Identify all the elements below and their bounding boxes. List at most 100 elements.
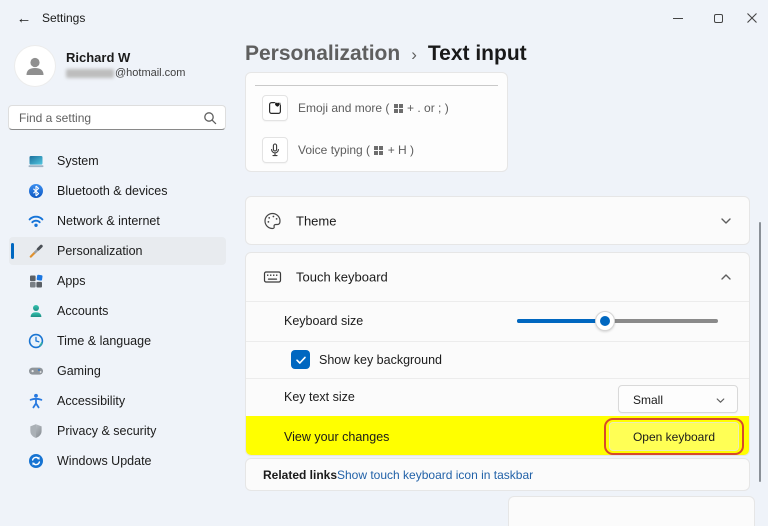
microphone-icon [267, 142, 283, 158]
chevron-right-icon: › [411, 44, 417, 65]
touch-keyboard-icon [263, 268, 282, 287]
sidebar-item-accounts[interactable]: Accounts [9, 297, 226, 325]
divider [246, 341, 749, 342]
search-input[interactable] [19, 107, 199, 128]
sidebar-item-label: Personalization [57, 244, 142, 258]
windows-key-icon [394, 104, 403, 113]
shortcut-text: Emoji and more ( [298, 101, 393, 115]
slider-track[interactable] [517, 319, 718, 323]
sidebar-item-label: Apps [57, 274, 86, 288]
sidebar-item-system[interactable]: System [9, 147, 226, 175]
paintbrush-icon [28, 243, 44, 259]
sidebar-item-privacy-security[interactable]: Privacy & security [9, 417, 226, 445]
shield-icon [28, 423, 44, 439]
touch-keyboard-expander: Touch keyboard Keyboard size Show key ba… [245, 252, 750, 456]
open-keyboard-button[interactable]: Open keyboard [609, 422, 739, 451]
touch-keyboard-header[interactable]: Touch keyboard [246, 253, 749, 301]
view-changes-row-highlight: View your changes Open keyboard [246, 416, 749, 456]
chevron-down-icon [715, 395, 726, 406]
sidebar-item-label: Network & internet [57, 214, 160, 228]
related-links-title: Related links [263, 468, 337, 482]
sidebar-item-label: System [57, 154, 99, 168]
shortcut-row-label: Voice typing ( + H ) [298, 143, 414, 157]
sidebar-item-windows-update[interactable]: Windows Update [9, 447, 226, 475]
clock-globe-icon [28, 333, 44, 349]
selected-accent-bar [11, 243, 14, 259]
sidebar-item-network[interactable]: Network & internet [9, 207, 226, 235]
redacted-email-prefix [66, 69, 114, 78]
show-key-background-checkbox[interactable] [291, 350, 310, 369]
sidebar-item-time-language[interactable]: Time & language [9, 327, 226, 355]
sidebar-item-label: Accessibility [57, 394, 125, 408]
slider-thumb[interactable] [595, 311, 615, 331]
accessibility-person-icon [28, 393, 44, 409]
apps-icon [28, 273, 44, 289]
maximize-icon [714, 14, 723, 23]
sidebar-item-apps[interactable]: Apps [9, 267, 226, 295]
chevron-up-icon [719, 270, 733, 284]
person-icon [28, 303, 44, 319]
scrollbar-thumb[interactable] [759, 222, 761, 482]
keyboard-size-slider[interactable] [517, 311, 718, 331]
search-icon [203, 111, 217, 125]
theme-title: Theme [296, 214, 336, 229]
divider [246, 301, 749, 302]
theme-expander-header[interactable]: Theme [246, 197, 749, 245]
sidebar-item-label: Accounts [57, 304, 108, 318]
show-key-background-label: Show key background [319, 353, 442, 367]
shortcut-text: + H ) [384, 143, 414, 157]
avatar[interactable] [15, 46, 55, 86]
close-button[interactable] [736, 0, 768, 36]
chevron-down-icon [719, 214, 733, 228]
shortcut-row-label: Emoji and more ( + . or ; ) [298, 101, 449, 115]
maximize-button[interactable] [700, 0, 736, 36]
sidebar-item-label: Privacy & security [57, 424, 156, 438]
user-name: Richard W [66, 50, 130, 65]
slider-fill [517, 319, 605, 323]
windows-key-icon [374, 146, 383, 155]
sidebar-item-label: Time & language [57, 334, 151, 348]
back-arrow-icon: ← [17, 10, 32, 27]
search-box[interactable] [8, 105, 226, 130]
next-card-edge [508, 496, 755, 526]
checkmark-icon [295, 354, 307, 366]
sidebar-item-label: Gaming [57, 364, 101, 378]
app-title: Settings [42, 11, 85, 25]
emoji-panel-icon [267, 100, 283, 116]
view-changes-label: View your changes [284, 430, 389, 444]
shortcut-text: Voice typing ( [298, 143, 373, 157]
divider [246, 378, 749, 379]
user-icon [22, 53, 48, 79]
page-title: Text input [428, 42, 527, 66]
breadcrumb-section[interactable]: Personalization [245, 42, 400, 66]
dropdown-value: Small [633, 393, 663, 407]
sidebar-item-gaming[interactable]: Gaming [9, 357, 226, 385]
email-domain: @hotmail.com [115, 67, 185, 79]
theme-expander[interactable]: Theme [245, 196, 750, 245]
breadcrumb: Personalization › Text input [245, 42, 527, 66]
system-icon [28, 153, 44, 169]
emoji-panel-button[interactable] [262, 95, 288, 121]
keyboard-size-label: Keyboard size [284, 314, 363, 328]
shortcut-text: + . or ; ) [404, 101, 449, 115]
sidebar-item-personalization[interactable]: Personalization [9, 237, 226, 265]
minimize-button[interactable] [656, 0, 700, 36]
key-text-size-label: Key text size [284, 390, 355, 404]
sidebar-item-accessibility[interactable]: Accessibility [9, 387, 226, 415]
sidebar-item-bluetooth[interactable]: Bluetooth & devices [9, 177, 226, 205]
divider [255, 85, 498, 86]
palette-icon [263, 212, 282, 231]
sidebar-item-label: Windows Update [57, 454, 152, 468]
input-shortcuts-card: Emoji and more ( + . or ; ) Voice typing… [245, 72, 508, 172]
back-button[interactable]: ← [12, 6, 36, 30]
voice-typing-button[interactable] [262, 137, 288, 163]
key-text-size-dropdown[interactable]: Small [618, 385, 738, 413]
gamepad-icon [28, 363, 44, 379]
titlebar: ← Settings [0, 0, 768, 36]
close-icon [746, 12, 758, 24]
update-refresh-icon [28, 453, 44, 469]
bluetooth-icon [28, 183, 44, 199]
user-email: @hotmail.com [66, 67, 185, 79]
related-links-card: Related links Show touch keyboard icon i… [245, 458, 750, 491]
taskbar-keyboard-link[interactable]: Show touch keyboard icon in taskbar [337, 468, 533, 482]
